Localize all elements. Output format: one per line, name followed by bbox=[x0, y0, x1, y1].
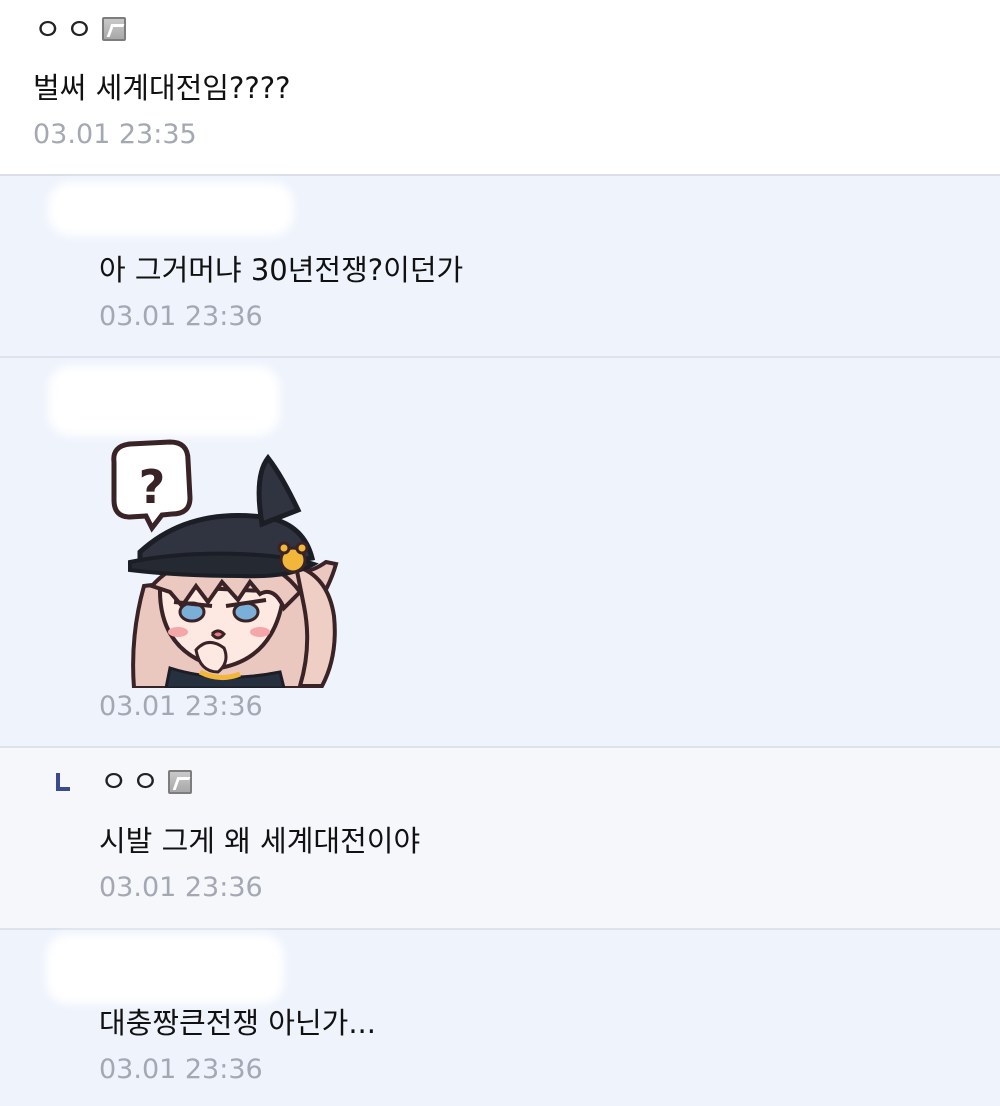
comment-timestamp: 03.01 23:36 bbox=[99, 691, 263, 722]
comment-timestamp: 03.01 23:36 bbox=[99, 301, 263, 332]
comment-author[interactable]: ㅇㅇ bbox=[34, 16, 97, 46]
blurred-author bbox=[46, 934, 284, 1004]
comment-timestamp: 03.01 23:35 bbox=[33, 119, 197, 150]
comment-text: 아 그거머냐 30년전쟁?이던가 bbox=[99, 253, 464, 287]
comment-text: 대충짱큰전쟁 아닌가... bbox=[99, 1006, 376, 1040]
anime-girl-question-sticker-icon[interactable]: ? bbox=[100, 436, 340, 688]
comment-timestamp: 03.01 23:36 bbox=[99, 872, 263, 903]
comment-item: ㅇㅇ 벌써 세계대전임???? 03.01 23:35 bbox=[0, 0, 1000, 176]
blurred-author bbox=[48, 182, 294, 236]
sticker-bubble-text: ? bbox=[139, 460, 166, 514]
comment-text: 벌써 세계대전임???? bbox=[33, 71, 291, 105]
fixed-nick-badge-icon bbox=[168, 770, 192, 794]
reply-item: 아 그거머냐 30년전쟁?이던가 03.01 23:36 bbox=[0, 176, 1000, 358]
blurred-author bbox=[48, 366, 280, 436]
fixed-nick-badge-icon bbox=[102, 17, 126, 41]
comment-text: 시발 그게 왜 세계대전이야 bbox=[99, 824, 421, 858]
reply-item: 대충짱큰전쟁 아닌가... 03.01 23:36 bbox=[0, 930, 1000, 1106]
reply-item: ㅇㅇ 시발 그게 왜 세계대전이야 03.01 23:36 bbox=[0, 748, 1000, 930]
reply-arrow-icon bbox=[56, 773, 70, 791]
comment-thread: ㅇㅇ 벌써 세계대전임???? 03.01 23:35 아 그거머냐 30년전쟁… bbox=[0, 0, 1000, 1106]
comment-author[interactable]: ㅇㅇ bbox=[100, 768, 163, 798]
comment-timestamp: 03.01 23:36 bbox=[99, 1054, 263, 1085]
